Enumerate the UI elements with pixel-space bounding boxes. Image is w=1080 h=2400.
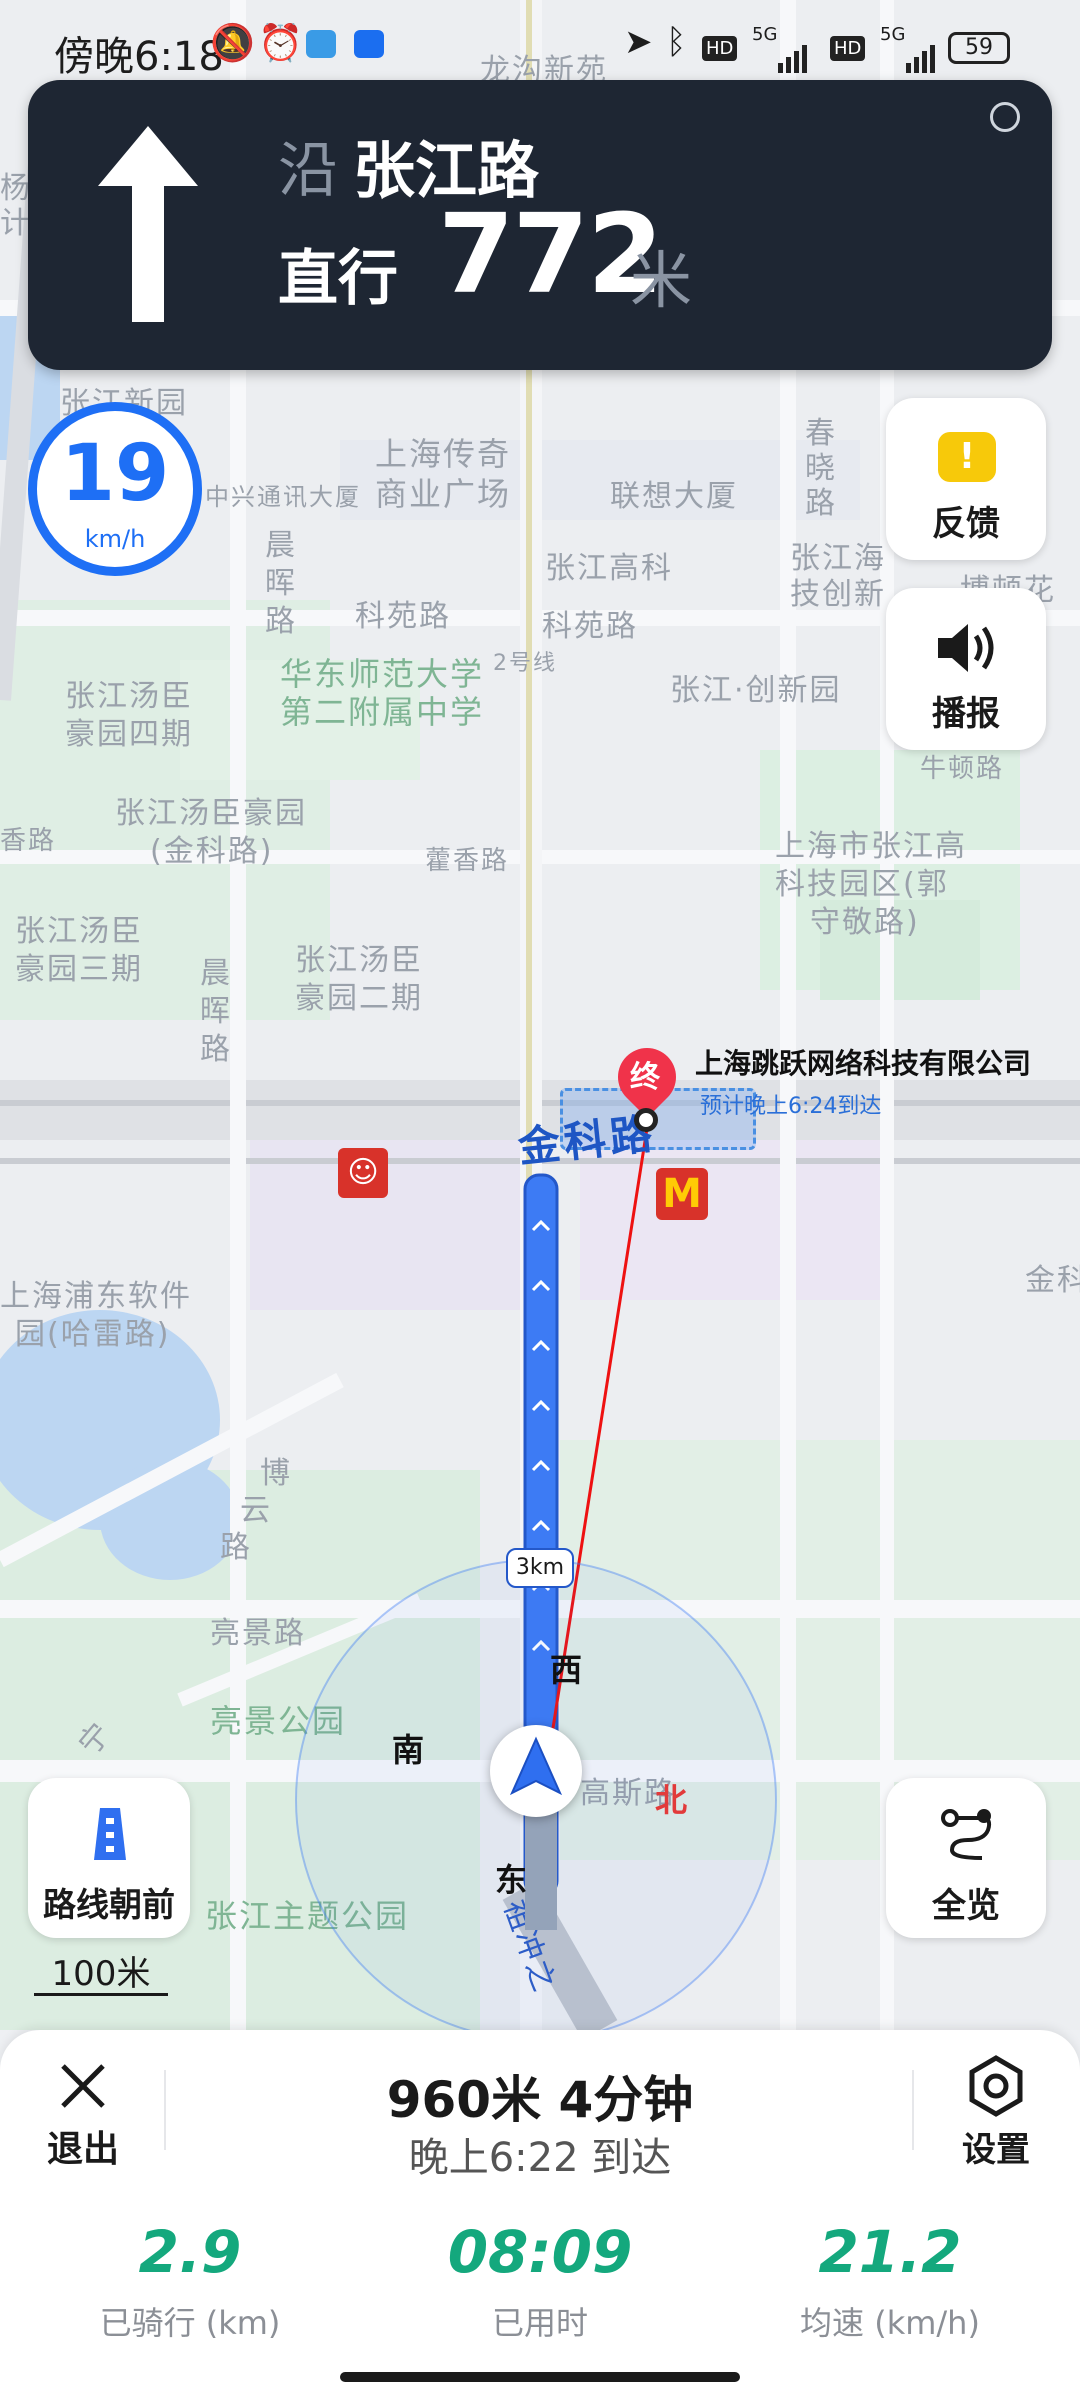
hd-badge: HD bbox=[702, 36, 738, 61]
straight-arrow-icon bbox=[98, 126, 198, 322]
speed-value: 19 bbox=[60, 429, 170, 519]
vehicle-position bbox=[490, 1725, 582, 1817]
trip-panel: 退出 960米 4分钟 晚上6:22 到达 设置 2.9 已骑行 (km) 08… bbox=[0, 2030, 1080, 2400]
telegram-icon bbox=[306, 30, 336, 58]
battery-icon: 59 bbox=[948, 32, 1010, 64]
navigation-banner[interactable]: 沿 张江路 直行 772 米 bbox=[28, 80, 1052, 370]
road-prefix: 沿 bbox=[278, 136, 338, 206]
alarm-icon: ⏰ bbox=[258, 23, 303, 64]
divider bbox=[912, 2070, 914, 2150]
speed-indicator: 19 km/h bbox=[28, 402, 202, 576]
overview-route-icon bbox=[941, 1809, 992, 1860]
route-ahead-icon bbox=[94, 1808, 126, 1860]
distance-unit: 米 bbox=[630, 244, 693, 317]
close-icon bbox=[61, 2064, 105, 2108]
exit-label: 退出 bbox=[46, 2129, 119, 2170]
broadcast-label: 播报 bbox=[932, 694, 1000, 734]
feedback-button[interactable]: ! 反馈 bbox=[886, 398, 1046, 560]
broadcast-button[interactable]: 播报 bbox=[886, 588, 1046, 750]
destination-marker-text: 终 bbox=[630, 1060, 660, 1095]
home-indicator[interactable] bbox=[340, 2372, 740, 2382]
gps-icon bbox=[990, 102, 1020, 132]
settings-button[interactable]: 设置 bbox=[936, 2052, 1056, 2172]
stat-distance-label: 已骑行 (km) bbox=[99, 2304, 281, 2342]
speed-unit: km/h bbox=[84, 525, 146, 553]
signal-icon-2 bbox=[880, 38, 944, 73]
maneuver-distance: 772 bbox=[438, 190, 664, 318]
stat-time-value: 08:09 bbox=[447, 2218, 633, 2286]
mcdonalds-icon[interactable]: M bbox=[656, 1168, 708, 1220]
destination-eta: 预计晚上6:24到达 bbox=[700, 1094, 882, 1119]
settings-label: 设置 bbox=[962, 2130, 1030, 2170]
feedback-label: 反馈 bbox=[932, 504, 1000, 544]
compass-south: 南 bbox=[392, 1731, 425, 1769]
kfc-icon[interactable]: ☺ bbox=[338, 1148, 388, 1198]
navigation-arrow-icon bbox=[509, 1736, 563, 1796]
maneuver-action: 直行 bbox=[278, 244, 398, 314]
stat-speed-label: 均速 (km/h) bbox=[800, 2304, 980, 2342]
route-ahead-label: 路线朝前 bbox=[43, 1885, 175, 1924]
signal-icon bbox=[752, 38, 816, 73]
stat-distance-value: 2.9 bbox=[138, 2218, 242, 2286]
status-time: 傍晚6:18 bbox=[54, 34, 224, 80]
route-distance-badge: 3km bbox=[506, 1548, 574, 1588]
overview-button[interactable]: 全览 bbox=[886, 1778, 1046, 1938]
compass-west: 西 bbox=[550, 1651, 583, 1689]
app-icon bbox=[354, 30, 384, 58]
overview-label: 全览 bbox=[932, 1886, 1000, 1926]
stat-speed-value: 21.2 bbox=[818, 2218, 962, 2286]
exit-button[interactable]: 退出 bbox=[28, 2052, 138, 2172]
location-arrow-icon: ➤ bbox=[624, 22, 653, 62]
destination-name: 上海跳跃网络科技有限公司 bbox=[695, 1047, 1032, 1080]
map-scale: 100米 bbox=[34, 1946, 168, 1996]
destination-dot bbox=[634, 1108, 658, 1132]
remaining-distance-time: 960米 4分钟 bbox=[386, 2071, 694, 2129]
bell-off-icon: 🔕 bbox=[210, 23, 255, 64]
route-ahead-button[interactable]: 路线朝前 bbox=[28, 1778, 190, 1938]
stat-time-label: 已用时 bbox=[491, 2304, 588, 2342]
compass-north: 北 bbox=[655, 1781, 688, 1819]
battery-level: 59 bbox=[965, 35, 993, 60]
feedback-icon: ! bbox=[938, 432, 996, 482]
arrival-time: 晚上6:22 到达 bbox=[408, 2135, 672, 2181]
hd-badge-2: HD bbox=[830, 36, 866, 61]
divider bbox=[164, 2070, 166, 2150]
settings-hexagon-icon bbox=[969, 2055, 1023, 2117]
speaker-icon bbox=[938, 624, 994, 672]
compass-east: 东 bbox=[495, 1861, 528, 1899]
